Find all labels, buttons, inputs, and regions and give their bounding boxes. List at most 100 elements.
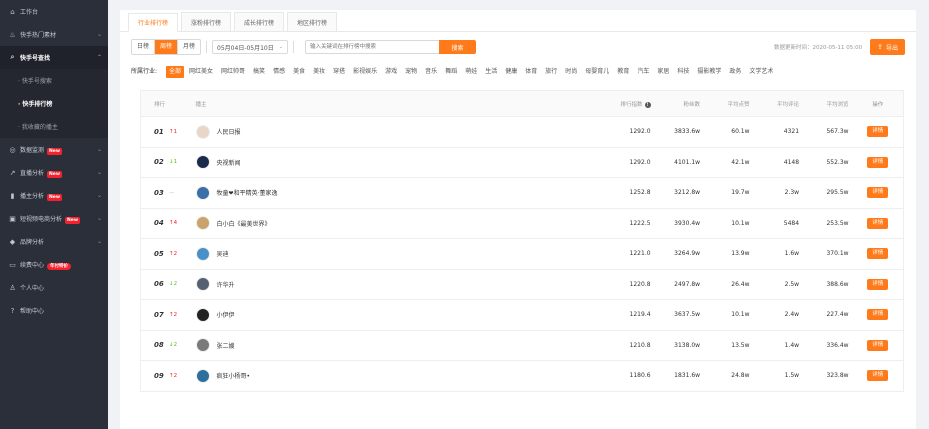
industry-option[interactable]: 舞蹈: [442, 66, 460, 78]
chevron-down-icon: ⌄: [96, 192, 102, 199]
search-icon: ⌕: [10, 53, 15, 61]
detail-button[interactable]: 详情: [867, 370, 889, 382]
anchor-name[interactable]: 小伊伊: [217, 310, 235, 319]
rank-cell: 02 ↓1: [141, 158, 196, 166]
detail-button[interactable]: 详情: [867, 187, 889, 199]
industry-option[interactable]: 时尚: [562, 66, 580, 78]
avatar[interactable]: [195, 338, 210, 353]
sidebar-item[interactable]: ▣ 短视频电商分析 New ⌄: [0, 207, 108, 230]
avatar[interactable]: [195, 368, 210, 383]
sidebar-item[interactable]: ? 帮助中心: [0, 299, 108, 322]
sidebar-item[interactable]: ◎ 数据监测 New ⌄: [0, 138, 108, 161]
anchor-name[interactable]: 吴迪: [217, 249, 229, 258]
industry-option[interactable]: 生活: [482, 66, 500, 78]
period-option[interactable]: 日榜: [132, 40, 156, 54]
avatar[interactable]: [195, 124, 210, 139]
views-cell: 388.6w: [826, 280, 849, 288]
industry-option[interactable]: 网红美女: [186, 66, 216, 78]
chevron-down-icon: ⌄: [96, 31, 102, 38]
detail-button[interactable]: 详情: [867, 339, 889, 351]
col-index[interactable]: 排行指数!: [595, 100, 654, 108]
anchor-name[interactable]: 牧童❤和平精英·董家逸: [217, 188, 278, 197]
sidebar-item[interactable]: ⌂ 工作台: [0, 0, 108, 23]
date-range-select[interactable]: 05月04日-05月10日 ⌄: [212, 40, 288, 54]
avatar[interactable]: [195, 246, 210, 261]
tab-2[interactable]: 成长排行榜: [234, 12, 285, 31]
detail-button[interactable]: 详情: [867, 156, 889, 168]
tab-0[interactable]: 行业排行榜: [128, 13, 179, 32]
sidebar-item[interactable]: ♙ 个人中心: [0, 276, 108, 299]
period-option[interactable]: 周榜: [155, 40, 179, 54]
industry-option[interactable]: 文学艺术: [746, 66, 776, 78]
industry-option[interactable]: 汽车: [634, 66, 652, 78]
industry-option[interactable]: 美妆: [310, 66, 328, 78]
detail-button[interactable]: 详情: [867, 309, 889, 321]
anchor-name[interactable]: 疯狂小杨哥•: [217, 371, 251, 380]
search-button[interactable]: 搜索: [438, 40, 476, 54]
sidebar-item[interactable]: ▭ 续费中心 年付特价: [0, 253, 108, 276]
op-cell: 详情: [853, 126, 903, 138]
industry-option[interactable]: 音乐: [422, 66, 440, 78]
col-anchor: 播主: [195, 101, 207, 108]
rank-cell: 03 —: [141, 189, 196, 197]
avatar[interactable]: [195, 155, 210, 170]
avatar[interactable]: [195, 185, 210, 200]
industry-option[interactable]: 情感: [270, 66, 288, 78]
sidebar-subitem[interactable]: · 快手号搜索: [0, 69, 108, 92]
op-cell: 详情: [853, 370, 903, 382]
search-input[interactable]: [304, 40, 439, 54]
industry-option[interactable]: 网红帅哥: [218, 66, 248, 78]
anchor-name[interactable]: 许华升: [217, 280, 235, 289]
sidebar-item[interactable]: ⌕ 快手号查找 ⌃: [0, 46, 108, 69]
tab-3[interactable]: 地区排行榜: [287, 12, 338, 31]
industry-filter: 所属行业: 全部 网红美女 网红帅哥 搞笑 情感 美食 美妆 穿搭 影视娱乐 游戏 宠物 音乐 舞蹈 萌娃…: [120, 62, 916, 82]
avatar[interactable]: [195, 277, 210, 292]
industry-option[interactable]: 全部: [166, 66, 185, 78]
industry-option[interactable]: 游戏: [382, 66, 400, 78]
index-cell: 1222.5: [629, 219, 651, 227]
sidebar-item[interactable]: ↗ 直播分析 New ⌄: [0, 161, 108, 184]
anchor-name[interactable]: 白小白《最美世界》: [217, 219, 271, 228]
anchor-name[interactable]: 人民日报: [217, 127, 241, 136]
comments-cell: 1.6w: [784, 250, 800, 258]
industry-option[interactable]: 旅行: [542, 66, 560, 78]
industry-option[interactable]: 美食: [290, 66, 308, 78]
sidebar-subitem[interactable]: · 快手排行榜: [0, 92, 108, 115]
industry-option[interactable]: 宠物: [402, 66, 420, 78]
industry-option[interactable]: 教育: [614, 66, 632, 78]
sidebar-item[interactable]: ◆ 品牌分析 ⌄: [0, 230, 108, 253]
industry-option[interactable]: 政务: [726, 66, 744, 78]
sidebar-subitem[interactable]: · 我收藏的播主: [0, 115, 108, 138]
industry-option[interactable]: 萌娃: [462, 66, 480, 78]
detail-button[interactable]: 详情: [867, 126, 889, 138]
detail-button[interactable]: 详情: [867, 278, 889, 290]
avatar[interactable]: [195, 307, 210, 322]
industry-option[interactable]: 科技: [674, 66, 692, 78]
industry-option[interactable]: 搞笑: [250, 66, 268, 78]
anchor-name[interactable]: 张二嫂: [217, 341, 235, 350]
tab-1[interactable]: 涨粉排行榜: [181, 12, 232, 31]
date-range-value: 05月04日-05月10日: [217, 44, 274, 52]
anchor-name[interactable]: 央视新闻: [217, 158, 241, 167]
sidebar-item[interactable]: ▮ 播主分析 New ⌄: [0, 184, 108, 207]
industry-option[interactable]: 影视娱乐: [350, 66, 380, 78]
avatar[interactable]: [195, 216, 210, 231]
period-option[interactable]: 月榜: [178, 40, 200, 54]
industry-option[interactable]: 母婴育儿: [582, 66, 612, 78]
index-cell: 1221.0: [629, 250, 651, 258]
industry-option[interactable]: 家居: [654, 66, 672, 78]
detail-button[interactable]: 详情: [867, 217, 889, 229]
col-comments: 平均评论: [777, 101, 800, 108]
industry-option[interactable]: 体育: [522, 66, 540, 78]
views-cell: 253.5w: [826, 219, 849, 227]
industry-option[interactable]: 健康: [502, 66, 520, 78]
sidebar-item[interactable]: ♨ 快手热门素材 ⌄: [0, 23, 108, 46]
industry-option[interactable]: 穿搭: [330, 66, 348, 78]
detail-button[interactable]: 详情: [867, 248, 889, 260]
export-button[interactable]: ⇪ 导出: [870, 39, 905, 55]
industry-option[interactable]: 摄影教学: [694, 66, 724, 78]
op-cell: 详情: [853, 187, 903, 199]
col-fans: 粉丝数: [683, 101, 701, 108]
info-icon[interactable]: !: [644, 101, 651, 108]
fans-cell: 3212.8w: [674, 189, 701, 197]
